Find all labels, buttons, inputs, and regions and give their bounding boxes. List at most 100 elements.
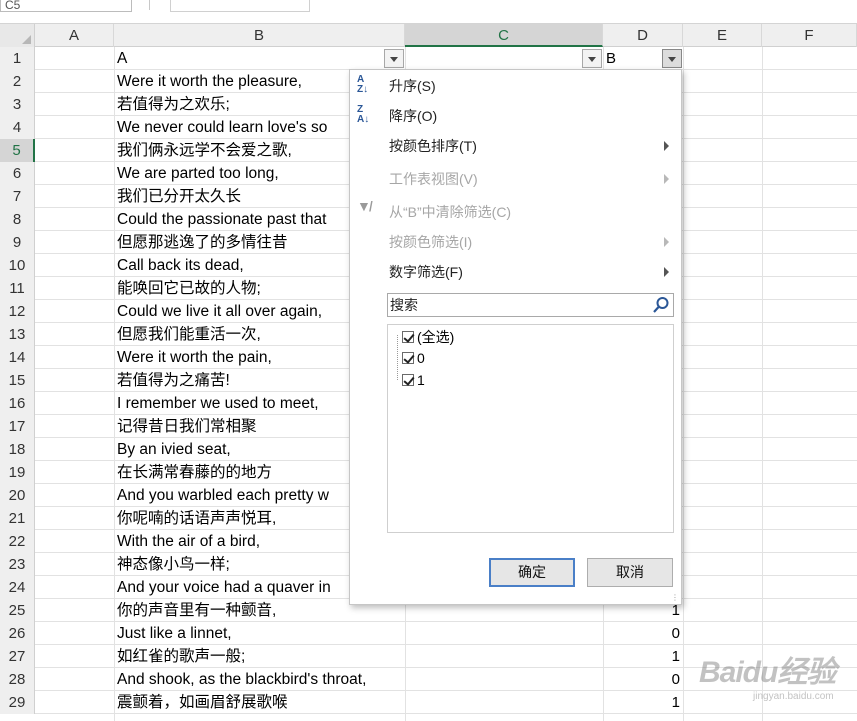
menu-number-filter[interactable]: 数字筛选(F) [350,258,681,286]
row-number[interactable]: 3 [0,93,35,116]
row-number[interactable]: 21 [0,507,35,530]
cell-b[interactable]: 神态像小鸟一样; [115,553,230,576]
row-number[interactable]: 29 [0,691,35,714]
menu-sort-descending[interactable]: Z A↓ 降序(O) [350,102,681,130]
cell-b[interactable]: We are parted too long, [115,162,279,185]
cell-b[interactable]: We never could learn love's so [115,116,327,139]
row-number[interactable]: 25 [0,599,35,622]
cell-b[interactable]: Were it worth the pain, [115,346,272,369]
row-number[interactable]: 4 [0,116,35,139]
row-number[interactable]: 10 [0,254,35,277]
row-number[interactable]: 26 [0,622,35,645]
filter-value-select-all[interactable]: (全选) [402,327,454,347]
submenu-arrow-icon [664,267,669,277]
checkbox-checked-icon[interactable] [402,352,414,364]
filter-button-c[interactable] [582,49,602,68]
cell-d[interactable]: 0 [603,622,683,645]
row-number[interactable]: 16 [0,392,35,415]
search-icon[interactable] [652,296,670,314]
row-number[interactable]: 8 [0,208,35,231]
menu-sort-ascending[interactable]: A Z↓ 升序(S) [350,72,681,100]
row-number[interactable]: 9 [0,231,35,254]
name-box[interactable]: C5 [0,0,132,12]
clear-filter-icon: ▼̸ [357,198,371,214]
row-number[interactable]: 2 [0,70,35,93]
cell-b[interactable]: Call back its dead, [115,254,244,277]
cell-b[interactable]: And shook, as the blackbird's throat, [115,668,366,691]
dropdown-arrow-icon [668,57,676,62]
row-number[interactable]: 15 [0,369,35,392]
row-number[interactable]: 20 [0,484,35,507]
cell-b[interactable]: 若值得为之痛苦! [115,369,230,392]
filter-value-list[interactable]: (全选) 0 1 [387,324,674,533]
cell-b[interactable]: Were it worth the pleasure, [115,70,302,93]
cell-b[interactable]: Just like a linnet, [115,622,232,645]
filter-search-input[interactable] [388,294,638,316]
filter-value-0[interactable]: 0 [402,348,425,368]
cell-b[interactable]: With the air of a bird, [115,530,260,553]
row-number[interactable]: 7 [0,185,35,208]
menu-sort-ascending-label: 升序(S) [389,78,436,94]
row-number[interactable]: 5 [0,139,35,162]
checkbox-checked-icon[interactable] [402,331,414,343]
checkbox-checked-icon[interactable] [402,374,414,386]
cell-b[interactable]: 在长满常春藤的的地方 [115,461,272,484]
row-number[interactable]: 22 [0,530,35,553]
filter-value-1[interactable]: 1 [402,370,425,390]
column-header-c[interactable]: C [405,24,603,47]
cell-b[interactable]: Could we live it all over again, [115,300,322,323]
menu-sort-by-color[interactable]: 按颜色排序(T) [350,132,681,160]
cell-b[interactable]: 但愿我们能重活一次, [115,323,261,346]
column-header-f[interactable]: F [762,24,857,47]
menu-sheet-view: 工作表视图(V) [350,165,681,193]
row-number[interactable]: 23 [0,553,35,576]
sort-ascending-icon: A Z↓ [357,74,369,95]
row-number[interactable]: 17 [0,415,35,438]
cell-b[interactable]: And you warbled each pretty w [115,484,329,507]
row-number[interactable]: 18 [0,438,35,461]
cancel-button[interactable]: 取消 [587,558,673,587]
filter-button-d[interactable] [662,49,682,68]
cell-b[interactable]: 能唤回它已故的人物; [115,277,261,300]
row-number[interactable]: 11 [0,277,35,300]
column-header-a[interactable]: A [35,24,114,47]
cell-b[interactable]: I remember we used to meet, [115,392,319,415]
row-number[interactable]: 12 [0,300,35,323]
row-number[interactable]: 27 [0,645,35,668]
cell-b[interactable]: Could the passionate past that [115,208,326,231]
cell-b[interactable]: 记得昔日我们常相聚 [115,415,257,438]
cell-b[interactable]: By an ivied seat, [115,438,231,461]
table-row: 26 Just like a linnet, 0 [0,622,857,645]
cell-b[interactable]: 你呢喃的话语声声悦耳, [115,507,276,530]
cell-b[interactable]: 震颤着，如画眉舒展歌喉 [115,691,288,714]
formula-input[interactable] [170,0,310,12]
cell-b[interactable]: 若值得为之欢乐; [115,93,230,116]
row-number[interactable]: 24 [0,576,35,599]
filter-search-box[interactable] [387,293,674,317]
ok-button[interactable]: 确定 [489,558,575,587]
row-number[interactable]: 6 [0,162,35,185]
menu-clear-filter: ▼̸ 从“B”中清除筛选(C) [350,198,681,226]
cell-b[interactable]: 但愿那逃逸了的多情往昔 [115,231,288,254]
cell-b[interactable]: 我们已分开太久长 [115,185,241,208]
cell-d[interactable]: 0 [603,668,683,691]
row-number[interactable]: 28 [0,668,35,691]
row-number[interactable]: 14 [0,346,35,369]
row-number[interactable]: 13 [0,323,35,346]
menu-sheet-view-label: 工作表视图(V) [389,171,478,187]
filter-button-b[interactable] [384,49,404,68]
column-header-b[interactable]: B [114,24,405,47]
cell-b[interactable]: 你的声音里有一种颤音, [115,599,276,622]
row-number[interactable]: 19 [0,461,35,484]
cell-b[interactable]: 我们俩永远学不会爱之歌, [115,139,292,162]
row-number[interactable]: 1 [0,47,35,70]
cell-b[interactable]: And your voice had a quaver in [115,576,331,599]
cell-d[interactable]: 1 [603,645,683,668]
column-header-e[interactable]: E [683,24,762,47]
select-all-corner[interactable] [0,24,35,47]
cell-d[interactable]: 1 [603,691,683,714]
cell-b[interactable]: 如红雀的歌声一般; [115,645,245,668]
column-header-d[interactable]: D [603,24,683,47]
resize-grip-icon[interactable]: ⋮ [671,594,679,602]
cell-b[interactable]: A [115,47,127,70]
